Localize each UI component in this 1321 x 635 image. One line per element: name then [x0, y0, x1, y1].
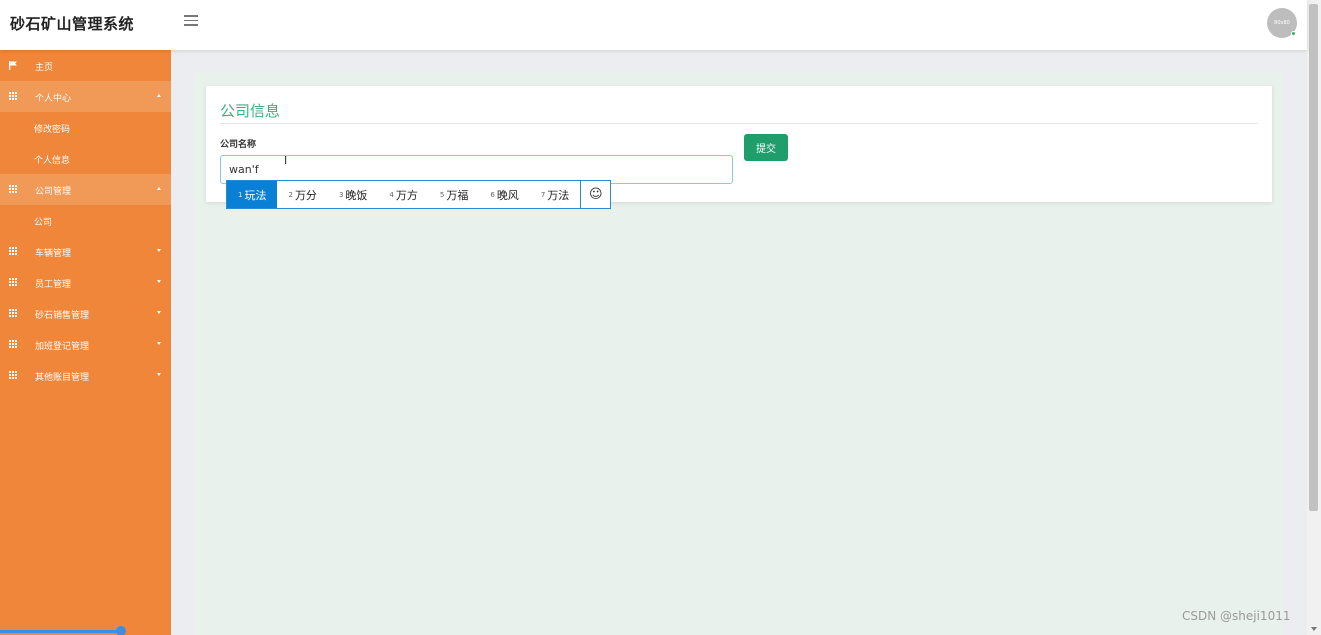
hamburger-menu-icon[interactable]: [184, 15, 198, 27]
sidebar-item-label: 个人中心: [35, 94, 72, 104]
card-divider: [220, 123, 1258, 124]
grid-icon: [9, 247, 18, 255]
sidebar-item[interactable]: 主页: [0, 50, 171, 81]
sidebar: 主页个人中心修改密码个人信息公司管理公司车辆管理员工管理砂石销售管理 加班登记管理…: [0, 50, 171, 635]
grid-icon: [9, 371, 18, 379]
ime-candidate-text: 晚饭: [345, 188, 368, 202]
caret-icon: [157, 342, 161, 345]
grid-icon: [9, 340, 18, 348]
online-status-dot: [1291, 31, 1296, 36]
caret-icon: [157, 187, 161, 190]
ime-candidate[interactable]: 7 万法: [530, 181, 580, 208]
scrollbar-thumb[interactable]: [1309, 4, 1318, 511]
card-title: 公司信息: [220, 102, 281, 120]
sidebar-item-label: 加班登记管理: [35, 342, 90, 352]
submit-button[interactable]: 提交: [744, 134, 788, 161]
ime-candidate-text: 晚风: [496, 188, 519, 202]
grid-icon: [9, 309, 18, 317]
ime-candidate-number: 2: [288, 190, 293, 199]
sidebar-item[interactable]: 修改密码: [0, 112, 171, 143]
ime-candidate[interactable]: 5 万福: [429, 181, 479, 208]
page-scrollbar[interactable]: [1307, 0, 1321, 635]
grid-icon: [9, 278, 18, 286]
sidebar-item[interactable]: 员工管理: [0, 267, 171, 298]
scroll-down-arrow-icon[interactable]: [1311, 627, 1317, 631]
emoji-icon[interactable]: ☺: [580, 181, 610, 208]
sidebar-scroll-track: [0, 630, 124, 633]
ime-candidate-text: 玩法: [244, 188, 267, 202]
ime-candidate-number: 4: [389, 190, 394, 199]
ime-candidate-number: 3: [338, 190, 344, 199]
sidebar-item-label: 公司管理: [35, 187, 72, 197]
flag-icon: [9, 61, 18, 70]
company-name-label: 公司名称: [220, 140, 257, 150]
ime-candidate-number: 7: [540, 190, 546, 199]
avatar[interactable]: 80x80: [1267, 8, 1297, 38]
sidebar-item[interactable]: 砂石销售管理: [0, 298, 171, 329]
sidebar-item[interactable]: 公司: [0, 205, 171, 236]
sidebar-item[interactable]: 车辆管理: [0, 236, 171, 267]
sidebar-item[interactable]: 个人信息: [0, 143, 171, 174]
caret-icon: [157, 311, 161, 314]
ime-candidate[interactable]: 3 晚饭: [328, 181, 378, 208]
ime-candidate[interactable]: 4 万方: [378, 181, 428, 208]
app-title: 砂石矿山管理系统: [10, 15, 135, 33]
avatar-text: 80x80: [1274, 20, 1290, 26]
sidebar-item-label: 主页: [35, 63, 54, 73]
grid-icon: [9, 92, 18, 100]
sidebar-item-label: 个人信息: [34, 156, 71, 166]
ime-candidate[interactable]: 2 万分: [277, 181, 327, 208]
ime-candidate-text: 万方: [395, 188, 418, 202]
ime-candidate-text: 万法: [547, 188, 570, 202]
sidebar-scroll-handle[interactable]: [116, 626, 126, 635]
sidebar-item-label: 其他账目管理: [35, 373, 90, 383]
sidebar-item[interactable]: 公司管理: [0, 174, 171, 205]
sidebar-item-label: 车辆管理: [35, 249, 72, 259]
sidebar-item[interactable]: 加班登记管理: [0, 329, 171, 360]
sidebar-item-label: 员工管理: [35, 280, 72, 290]
ime-candidate-number: 5: [439, 190, 445, 199]
caret-icon: [157, 373, 161, 376]
ime-candidate-text: 万分: [294, 188, 317, 202]
caret-icon: [157, 249, 161, 252]
sidebar-item-label: 修改密码: [34, 125, 71, 135]
top-bar: 砂石矿山管理系统 80x80: [0, 0, 1307, 50]
sidebar-item-label: 砂石销售管理: [35, 311, 90, 321]
ime-candidate-number: 6: [490, 190, 495, 199]
watermark: CSDN @sheji1011: [1182, 609, 1291, 623]
ime-candidate-number: 1: [238, 190, 243, 199]
ime-candidate[interactable]: 1 玩法: [227, 181, 278, 208]
ime-candidate[interactable]: 6 晚风: [479, 181, 529, 208]
text-cursor-icon: I: [284, 154, 288, 167]
sidebar-item[interactable]: 其他账目管理: [0, 360, 171, 391]
ime-candidate-text: 万福: [446, 188, 469, 202]
sidebar-item[interactable]: 个人中心: [0, 81, 171, 112]
sidebar-item-label: 公司: [34, 218, 53, 228]
ime-candidate-bar: 1 玩法 2 万分 3 晚饭 4 万方 5 万福 6 晚风 7 万法 ☺: [226, 180, 612, 209]
caret-icon: [157, 94, 161, 97]
caret-icon: [157, 280, 161, 283]
grid-icon: [9, 185, 18, 193]
